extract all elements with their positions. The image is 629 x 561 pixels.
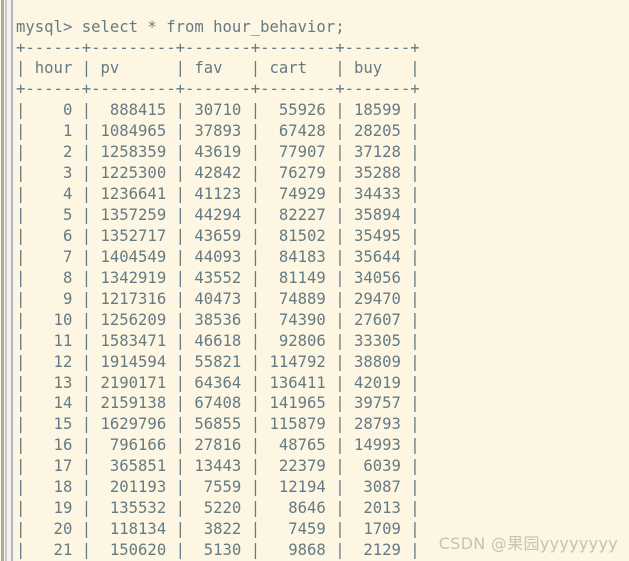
terminal-line: +------+---------+-------+--------+-----… <box>16 38 420 57</box>
terminal-line: | 7 | 1404549 | 44093 | 84183 | 35644 | <box>16 247 420 266</box>
terminal-line: | 5 | 1357259 | 44294 | 82227 | 35894 | <box>16 206 420 225</box>
terminal-line: | 17 | 365851 | 13443 | 22379 | 6039 | <box>16 457 420 476</box>
terminal-line: | 16 | 796166 | 27816 | 48765 | 14993 | <box>16 436 420 455</box>
terminal-line: | 3 | 1225300 | 42842 | 76279 | 35288 | <box>16 164 420 183</box>
terminal-output: mysql> select * from hour_behavior; +----… <box>16 17 628 561</box>
terminal-line: | 19 | 135532 | 5220 | 8646 | 2013 | <box>16 499 420 518</box>
terminal-line: | 9 | 1217316 | 40473 | 74889 | 29470 | <box>16 289 420 308</box>
terminal-line: | 18 | 201193 | 7559 | 12194 | 3087 | <box>16 478 420 497</box>
terminal-line: mysql> select * from hour_behavior; <box>16 17 345 36</box>
terminal-line: | 14 | 2159138 | 67408 | 141965 | 39757 … <box>16 394 420 413</box>
terminal-line: | 8 | 1342919 | 43552 | 81149 | 34056 | <box>16 268 420 287</box>
terminal-scrollbar[interactable] <box>0 0 15 561</box>
mysql-terminal-window: mysql> select * from hour_behavior; +----… <box>0 0 629 561</box>
terminal-line: | 6 | 1352717 | 43659 | 81502 | 35495 | <box>16 226 420 245</box>
scrollbar-track-inner <box>11 0 13 561</box>
terminal-line: | 11 | 1583471 | 46618 | 92806 | 33305 | <box>16 331 420 350</box>
terminal-line: +------+---------+-------+--------+-----… <box>16 80 420 99</box>
terminal-line: | 0 | 888415 | 30710 | 55926 | 18599 | <box>16 101 420 120</box>
terminal-line: | 4 | 1236641 | 41123 | 74929 | 34433 | <box>16 185 420 204</box>
terminal-line: | 15 | 1629796 | 56855 | 115879 | 28793 … <box>16 415 420 434</box>
terminal-line: | hour | pv | fav | cart | buy | <box>16 59 420 78</box>
terminal-line: | 1 | 1084965 | 37893 | 67428 | 28205 | <box>16 122 420 141</box>
terminal-line: | 12 | 1914594 | 55821 | 114792 | 38809 … <box>16 352 420 371</box>
terminal-line: | 2 | 1258359 | 43619 | 77907 | 37128 | <box>16 143 420 162</box>
terminal-line: | 10 | 1256209 | 38536 | 74390 | 27607 | <box>16 310 420 329</box>
scrollbar-track-outer <box>1 0 4 561</box>
terminal-line: | 13 | 2190171 | 64364 | 136411 | 42019 … <box>16 373 420 392</box>
csdn-watermark: CSDN @果园yyyyyyyy <box>438 534 618 553</box>
